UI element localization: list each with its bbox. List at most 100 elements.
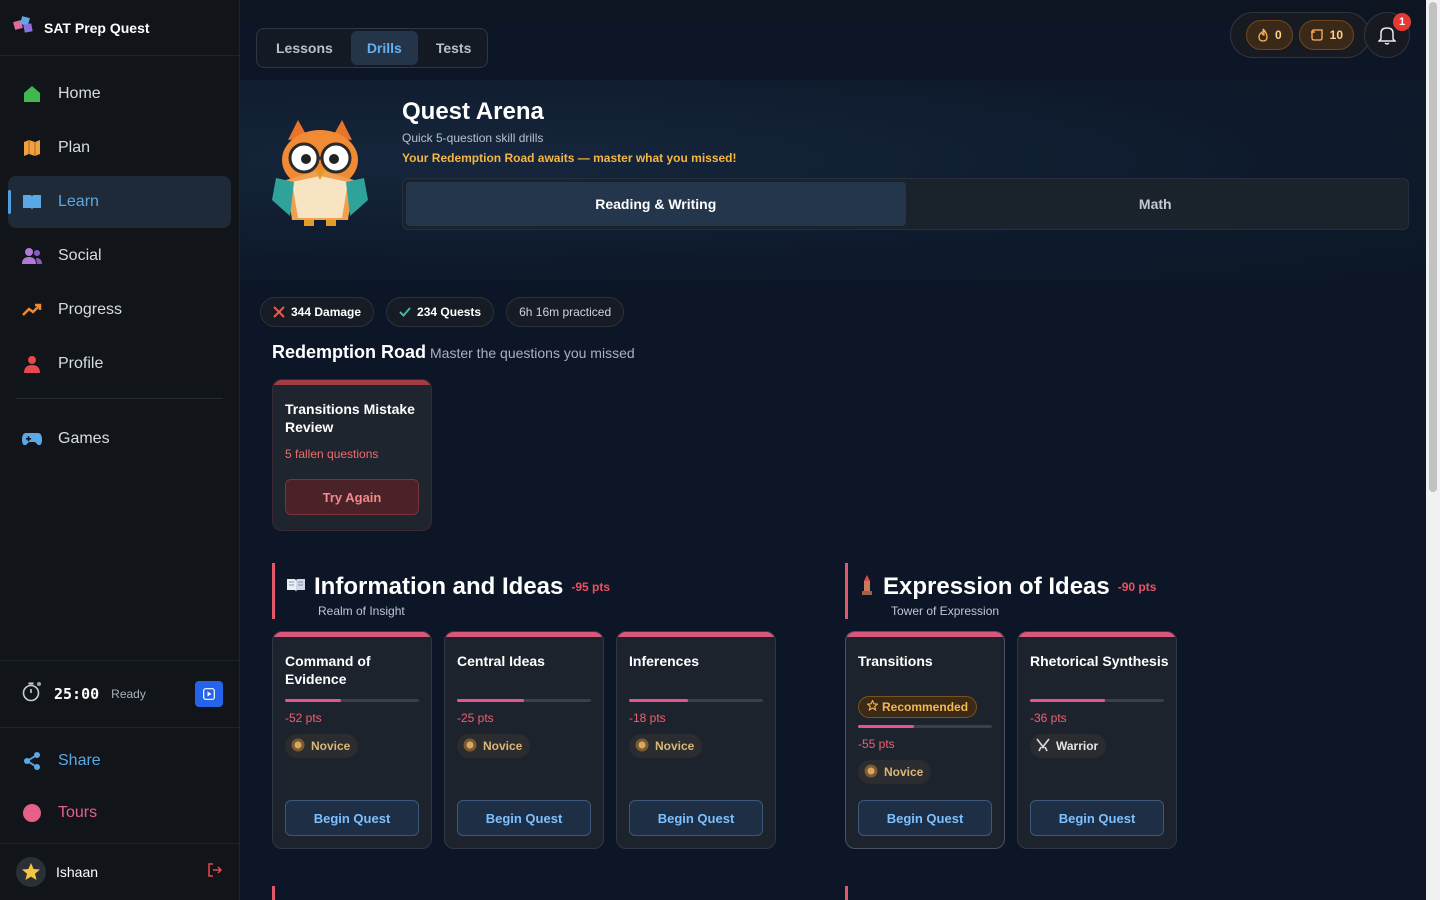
page-title: Quest Arena	[402, 98, 544, 125]
mistake-review-card: Transitions Mistake Review 5 fallen ques…	[272, 379, 432, 531]
sidebar-item-share[interactable]: Share	[8, 736, 231, 786]
sidebar-item-profile[interactable]: Profile	[8, 338, 231, 390]
progress-fill	[457, 699, 524, 702]
progress-bar	[285, 699, 419, 702]
rank-label: Novice	[483, 739, 523, 753]
section-subtitle: Realm of Insight	[318, 604, 405, 618]
main-nav: Home Plan Learn Social Progress Profile …	[0, 56, 239, 479]
time-badge: 6h 16m practiced	[506, 297, 625, 327]
logout-icon[interactable]	[207, 862, 223, 883]
progress-fill	[858, 725, 915, 728]
card-title: Transitions	[858, 653, 933, 669]
sidebar-item-games[interactable]: Games	[8, 413, 231, 465]
quest-card: Inferences -18 pts Novice Begin Quest	[616, 631, 776, 849]
crossed-swords-icon	[273, 306, 285, 318]
sidebar-item-label: Progress	[58, 301, 123, 318]
redemption-subtitle: Master the questions you missed	[430, 345, 635, 361]
tab-drills[interactable]: Drills	[350, 31, 418, 65]
section-header: Information and Ideas -95 pts	[286, 573, 610, 601]
tickets-value: 10	[1329, 28, 1344, 42]
user-name: Ishaan	[56, 864, 99, 880]
sidebar-item-social[interactable]: Social	[8, 230, 231, 282]
main-content: Lessons Drills Tests 0 10 1 Quest Arena …	[240, 0, 1426, 900]
quest-card: Transitions Recommended -55 pts Novice B…	[845, 631, 1005, 849]
hero: Quest Arena Quick 5-question skill drill…	[240, 80, 1426, 280]
check-icon	[399, 307, 411, 317]
redemption-title: Redemption Road	[272, 342, 427, 362]
sidebar-item-label: Share	[58, 752, 101, 769]
sidebar: SAT Prep Quest Home Plan Learn Social Pr…	[0, 0, 240, 900]
recommended-badge: Recommended	[858, 696, 978, 718]
scrollbar[interactable]	[1426, 0, 1440, 900]
sidebar-item-label: Social	[58, 247, 102, 264]
mode-tabs: Lessons Drills Tests	[256, 28, 488, 68]
fallen-count: 5 fallen questions	[285, 447, 379, 461]
medal-icon	[864, 764, 878, 781]
trend-icon	[22, 300, 42, 320]
sidebar-item-tours[interactable]: Tours	[8, 788, 231, 838]
sidebar-item-progress[interactable]: Progress	[8, 284, 231, 336]
scrollbar-thumb[interactable]	[1429, 2, 1437, 492]
rank-label: Warrior	[1056, 739, 1099, 753]
gamepad-icon	[22, 429, 42, 449]
rank-label: Novice	[311, 739, 351, 753]
sidebar-item-label: Games	[58, 430, 110, 447]
tab-tests[interactable]: Tests	[420, 31, 488, 65]
begin-quest-button[interactable]: Begin Quest	[457, 800, 591, 836]
bottom-links: Share Tours	[8, 736, 231, 840]
owl-mascot	[268, 120, 372, 235]
map-icon	[22, 138, 42, 158]
book-icon	[286, 577, 306, 598]
tab-math[interactable]: Math	[906, 182, 1406, 226]
sidebar-item-label: Plan	[58, 139, 91, 156]
card-title: Rhetorical Synthesis	[1030, 653, 1169, 669]
nav-divider	[16, 398, 223, 399]
sidebar-item-label: Home	[58, 85, 101, 102]
begin-quest-button[interactable]: Begin Quest	[285, 800, 419, 836]
begin-quest-button[interactable]: Begin Quest	[1030, 800, 1164, 836]
card-title: Command of Evidence	[285, 653, 371, 687]
card-title: Transitions Mistake Review	[285, 401, 415, 435]
section-subtitle: Tower of Expression	[891, 604, 1000, 618]
sidebar-item-plan[interactable]: Plan	[8, 122, 231, 174]
rank-label: Novice	[655, 739, 695, 753]
home-icon	[22, 84, 42, 104]
rank-badge: Warrior	[1030, 734, 1107, 758]
begin-quest-button[interactable]: Begin Quest	[629, 800, 763, 836]
progress-bar	[629, 699, 763, 702]
swords-icon	[1036, 738, 1050, 755]
users-icon	[22, 246, 42, 266]
book-icon	[22, 192, 42, 212]
recommended-label: Recommended	[882, 700, 969, 714]
quest-card: Command of Evidence -52 pts Novice Begin…	[272, 631, 432, 849]
quests-badge: 234 Quests	[386, 297, 495, 327]
medal-icon	[635, 738, 649, 755]
next-section-accent	[845, 886, 848, 900]
card-points: -55 pts	[858, 737, 895, 751]
page-subtitle: Quick 5-question skill drills	[402, 131, 544, 145]
streak-chip[interactable]: 0	[1245, 20, 1293, 50]
medal-icon	[463, 738, 477, 755]
avatar[interactable]	[16, 857, 46, 887]
tab-reading-writing[interactable]: Reading & Writing	[406, 182, 906, 226]
quest-cards: Transitions Recommended -55 pts Novice B…	[845, 631, 1177, 849]
timer-start-button[interactable]	[195, 681, 223, 707]
rank-badge: Novice	[629, 734, 703, 758]
progress-bar	[1030, 699, 1164, 702]
star-icon	[22, 863, 40, 880]
tickets-chip[interactable]: 10	[1298, 20, 1355, 50]
card-points: -25 pts	[457, 711, 494, 725]
begin-quest-button[interactable]: Begin Quest	[858, 800, 992, 836]
timer-value: 25:00	[54, 685, 100, 703]
progress-fill	[1030, 699, 1106, 702]
rank-label: Novice	[884, 765, 924, 779]
sidebar-item-learn[interactable]: Learn	[8, 176, 231, 228]
sidebar-item-home[interactable]: Home	[8, 68, 231, 120]
timer-status: Ready	[111, 687, 146, 701]
try-again-button[interactable]: Try Again	[285, 479, 419, 515]
brand[interactable]: SAT Prep Quest	[0, 0, 239, 56]
notifications-button[interactable]: 1	[1364, 12, 1411, 58]
share-icon	[22, 751, 42, 771]
redemption-promo: Your Redemption Road awaits — master wha…	[402, 151, 737, 165]
tab-lessons[interactable]: Lessons	[260, 31, 349, 65]
